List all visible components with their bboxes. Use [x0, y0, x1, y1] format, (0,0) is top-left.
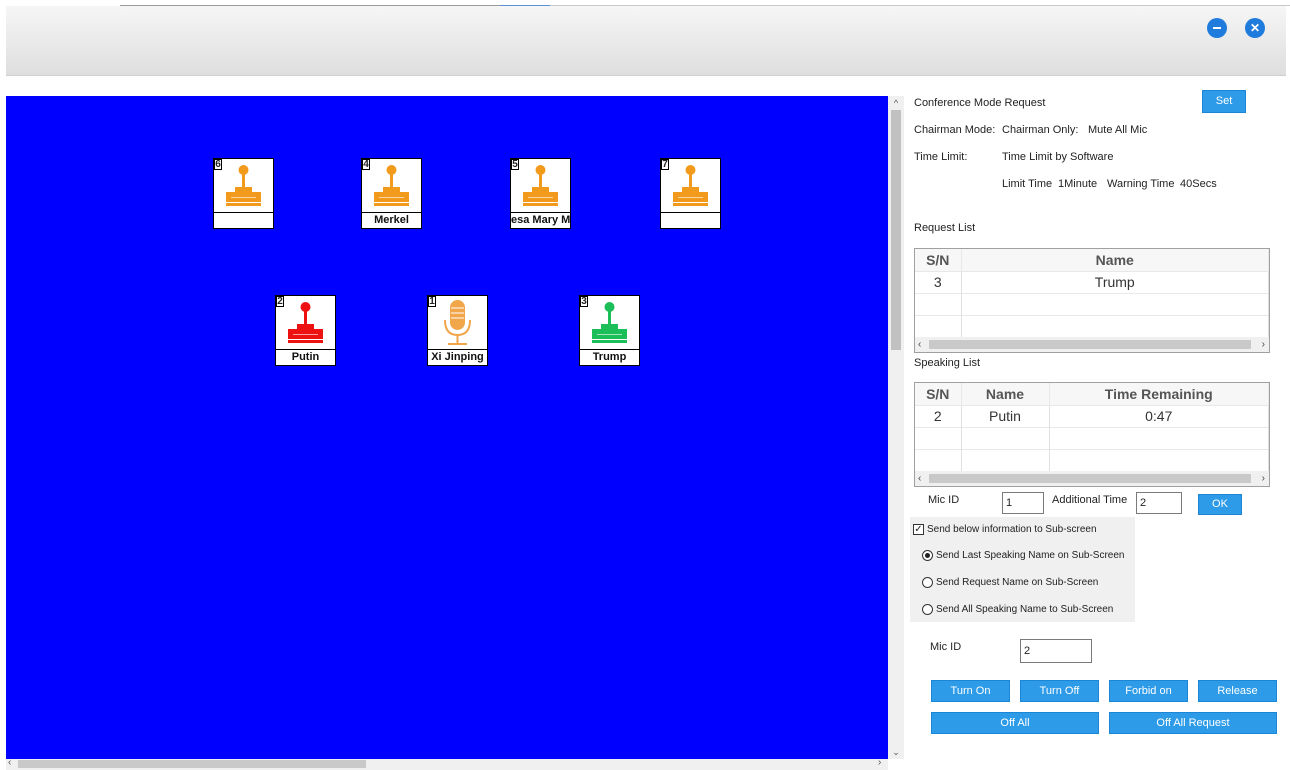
seat-5[interactable]: 5 esa Mary M: [510, 158, 571, 229]
delegate-chair-icon: [580, 296, 639, 349]
seat-3[interactable]: 3 Trump: [579, 295, 640, 366]
limit-time-label: Limit Time: [1002, 178, 1053, 190]
scroll-thumb[interactable]: [891, 110, 901, 350]
seat-6[interactable]: 6: [213, 158, 274, 229]
off-all-request-button[interactable]: Off All Request: [1109, 712, 1277, 734]
speaking-list-title: Speaking List: [914, 357, 981, 369]
scroll-down-icon[interactable]: ⌄: [888, 745, 904, 759]
table-cell: Trump: [961, 270, 1269, 293]
turn-off-button[interactable]: Turn Off: [1020, 680, 1099, 702]
seat-number: 3: [580, 296, 588, 307]
scroll-left-icon[interactable]: ‹: [918, 471, 921, 486]
scroll-right-icon[interactable]: ›: [878, 757, 881, 768]
additional-time-input[interactable]: 2: [1136, 492, 1182, 514]
scroll-left-icon[interactable]: ‹: [8, 757, 11, 768]
column-header[interactable]: Name: [961, 383, 1050, 405]
delegate-chair-icon: [661, 159, 720, 212]
table-cell: 2: [915, 404, 962, 427]
time-limit-value: Time Limit by Software: [1002, 151, 1114, 163]
seat-name: Merkel: [362, 212, 421, 228]
delegate-chair-icon: [362, 159, 421, 212]
table-row[interactable]: 2 Putin 0:47: [915, 404, 1269, 427]
mic-id-label-2: Mic ID: [930, 641, 962, 653]
scroll-right-icon[interactable]: ›: [1262, 337, 1265, 352]
option-label: Send Last Speaking Name on Sub-Screen: [936, 550, 1125, 561]
turn-on-button[interactable]: Turn On: [931, 680, 1010, 702]
seat-name: Trump: [580, 349, 639, 365]
option-radio-last-speaking[interactable]: [922, 550, 933, 561]
request-list-scrollbar[interactable]: ‹ ›: [915, 337, 1269, 352]
column-header[interactable]: Name: [961, 249, 1269, 271]
mode-request-label: Conference Mode Request: [914, 97, 1046, 109]
chairman-chair-icon: [276, 296, 335, 349]
seat-name: [661, 212, 720, 228]
seat-number: 4: [362, 159, 370, 170]
chairman-mode-label: Chairman Mode:: [914, 124, 996, 136]
mic-id-input-2[interactable]: 2: [1020, 639, 1092, 663]
scroll-right-icon[interactable]: ›: [1262, 471, 1265, 486]
seat-map-canvas[interactable]: 6 4 Merkel 5 esa Mary M 7 2 Putin 1 Xi J…: [6, 96, 888, 759]
seat-number: 6: [214, 159, 222, 170]
seat-number: 5: [511, 159, 519, 170]
canvas-vertical-scrollbar[interactable]: ^ ⌄: [888, 96, 904, 759]
warning-time-label: Warning Time: [1107, 178, 1175, 190]
column-header[interactable]: S/N: [915, 383, 962, 405]
table-cell: 0:47: [1049, 404, 1269, 427]
option-label: Send All Speaking Name to Sub-Screen: [936, 604, 1114, 615]
chairman-mode-value: Chairman Only:: [1002, 124, 1079, 136]
off-all-button[interactable]: Off All: [931, 712, 1099, 734]
option-radio-request-name[interactable]: [922, 577, 933, 588]
column-header[interactable]: S/N: [915, 249, 962, 271]
table-cell: Putin: [961, 404, 1050, 427]
seat-number: 2: [276, 296, 284, 307]
mute-all-mic-label: Mute All Mic: [1088, 124, 1148, 136]
table-row[interactable]: 3 Trump: [915, 270, 1269, 293]
forbid-on-button[interactable]: Forbid on: [1109, 680, 1188, 702]
scroll-thumb[interactable]: [18, 760, 366, 768]
scroll-up-icon[interactable]: ^: [888, 96, 904, 110]
release-button[interactable]: Release: [1198, 680, 1277, 702]
time-limit-label: Time Limit:: [914, 151, 968, 163]
table-cell: 3: [915, 270, 962, 293]
seat-name: Putin: [276, 349, 335, 365]
seat-name: Xi Jinping: [428, 349, 487, 365]
window-header: [6, 6, 1286, 76]
warning-time-value: 40Secs: [1180, 178, 1217, 190]
delegate-chair-icon: [511, 159, 570, 212]
request-list-table[interactable]: S/N Name 3 Trump ‹ ›: [914, 248, 1270, 353]
ok-button[interactable]: OK: [1198, 494, 1242, 515]
subscreen-checkbox-label: Send below information to Sub-screen: [927, 524, 1097, 535]
scroll-left-icon[interactable]: ‹: [918, 337, 921, 352]
additional-time-label: Additional Time: [1052, 494, 1128, 506]
control-panel: Conference Mode Request Set Chairman Mod…: [904, 80, 1284, 770]
subscreen-options-group: ✓ Send below information to Sub-screen S…: [910, 517, 1135, 622]
option-radio-all-speaking[interactable]: [922, 604, 933, 615]
canvas-horizontal-scrollbar[interactable]: ‹ ›: [6, 757, 888, 770]
seat-name: [214, 212, 273, 228]
seat-number: 7: [661, 159, 669, 170]
speaking-list-scrollbar[interactable]: ‹ ›: [915, 471, 1269, 486]
seat-7[interactable]: 7: [660, 158, 721, 229]
set-button[interactable]: Set: [1202, 90, 1246, 113]
subscreen-checkbox[interactable]: ✓: [913, 524, 924, 535]
column-header[interactable]: Time Remaining: [1049, 383, 1269, 405]
speaking-list-table[interactable]: S/N Name Time Remaining 2 Putin 0:47 ‹ ›: [914, 382, 1270, 487]
seat-4[interactable]: 4 Merkel: [361, 158, 422, 229]
delegate-chair-icon: [214, 159, 273, 212]
seat-2[interactable]: 2 Putin: [275, 295, 336, 366]
close-button[interactable]: ✕: [1245, 18, 1265, 38]
limit-time-value: 1Minute: [1058, 178, 1098, 190]
seat-number: 1: [428, 296, 436, 307]
seat-name: esa Mary M: [511, 212, 570, 226]
request-list-title: Request List: [914, 222, 976, 234]
microphone-icon: [428, 296, 487, 349]
seat-1[interactable]: 1 Xi Jinping: [427, 295, 488, 366]
option-label: Send Request Name on Sub-Screen: [936, 577, 1099, 588]
mic-id-input[interactable]: 1: [1002, 492, 1044, 514]
mic-id-label: Mic ID: [928, 494, 960, 506]
minimize-button[interactable]: [1207, 18, 1227, 38]
